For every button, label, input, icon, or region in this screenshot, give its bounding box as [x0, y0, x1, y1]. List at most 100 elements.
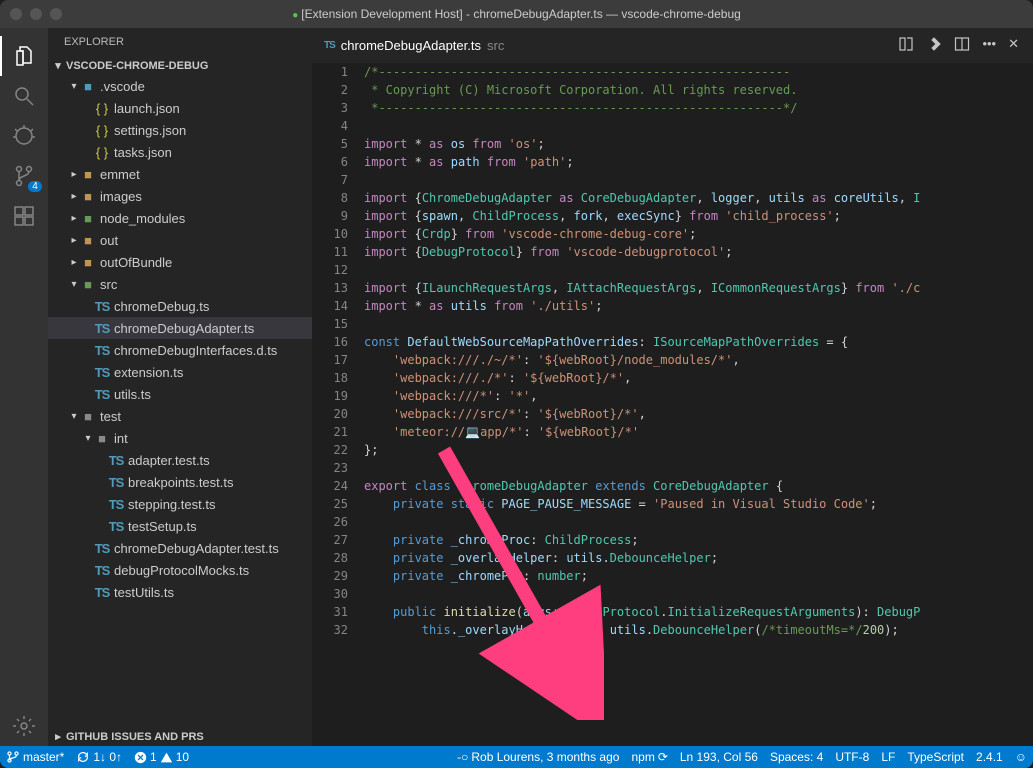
- editor-tab-filename[interactable]: chromeDebugAdapter.ts: [341, 38, 481, 53]
- file-tree-label: images: [100, 189, 142, 204]
- feedback-icon[interactable]: ☺: [1009, 750, 1033, 764]
- folder-blue-icon: ■: [80, 79, 96, 94]
- language-mode[interactable]: TypeScript: [901, 750, 970, 764]
- scm-changes-badge: 4: [28, 181, 42, 192]
- file-tree-item[interactable]: { } launch.json: [48, 97, 312, 119]
- eol-status[interactable]: LF: [875, 750, 901, 764]
- twisty-icon: ▸: [68, 235, 80, 246]
- warning-icon: [160, 751, 173, 764]
- file-tree-item[interactable]: TSextension.ts: [48, 361, 312, 383]
- file-tree-label: launch.json: [114, 101, 180, 116]
- ts-icon: TS: [94, 585, 110, 600]
- extensions-icon: [12, 204, 36, 228]
- file-tree-label: chromeDebug.ts: [114, 299, 209, 314]
- encoding-status[interactable]: UTF-8: [829, 750, 875, 764]
- git-sync-status[interactable]: 1↓ 0↑: [70, 750, 128, 764]
- extensions-tab[interactable]: [0, 196, 48, 236]
- editor-actions: ••• ✕: [898, 36, 1025, 55]
- twisty-icon: ▾: [68, 81, 80, 92]
- source-control-tab[interactable]: 4: [0, 156, 48, 196]
- line-number-gutter: 1234567891011121314151617181920212223242…: [312, 63, 360, 746]
- ts-icon: TS: [94, 563, 110, 578]
- braces-icon: { }: [94, 101, 110, 116]
- indentation-status[interactable]: Spaces: 4: [764, 750, 829, 764]
- compare-changes-icon[interactable]: [898, 36, 914, 55]
- open-changes-icon[interactable]: [926, 36, 942, 55]
- activity-bar: 4: [0, 28, 48, 746]
- workspace-name: VSCODE-CHROME-DEBUG: [66, 60, 208, 72]
- close-editor-icon[interactable]: ✕: [1008, 36, 1019, 55]
- file-tree-item[interactable]: TS adapter.test.ts: [48, 449, 312, 471]
- explorer-tab[interactable]: [0, 36, 48, 76]
- editor-tab-directory: src: [487, 38, 504, 53]
- file-tree-label: tasks.json: [114, 145, 172, 160]
- sync-icon: [76, 750, 90, 764]
- code-lines[interactable]: /*--------------------------------------…: [360, 63, 1033, 746]
- file-tree-label: emmet: [100, 167, 140, 182]
- twisty-icon: ▸: [68, 169, 80, 180]
- git-blame-status[interactable]: -○ Rob Lourens, 3 months ago: [451, 750, 625, 764]
- folder-green-icon: ■: [80, 211, 96, 226]
- file-tree-item[interactable]: TStestSetup.ts: [48, 515, 312, 537]
- file-tree-item[interactable]: TS testUtils.ts: [48, 581, 312, 603]
- file-tree-item[interactable]: { }tasks.json: [48, 141, 312, 163]
- file-tree-item[interactable]: TSstepping.test.ts: [48, 493, 312, 515]
- file-tree-label: debugProtocolMocks.ts: [114, 563, 249, 578]
- file-tree-item[interactable]: ▸■node_modules: [48, 207, 312, 229]
- file-tree-item[interactable]: ▸■ emmet: [48, 163, 312, 185]
- file-tree-label: settings.json: [114, 123, 186, 138]
- debug-tab[interactable]: [0, 116, 48, 156]
- ts-icon: TS: [108, 453, 124, 468]
- file-tree-item[interactable]: TS chromeDebugAdapter.ts: [48, 317, 312, 339]
- file-tree-item[interactable]: TSchromeDebugInterfaces.d.ts: [48, 339, 312, 361]
- typescript-version[interactable]: 2.4.1: [970, 750, 1009, 764]
- ts-icon: TS: [108, 519, 124, 534]
- cursor-position[interactable]: Ln 193, Col 56: [674, 750, 764, 764]
- titlebar: ●[Extension Development Host] - chromeDe…: [0, 0, 1033, 28]
- npm-status[interactable]: npm ⟳: [625, 750, 673, 764]
- error-icon: [134, 751, 147, 764]
- file-tree-label: adapter.test.ts: [128, 453, 210, 468]
- file-tree-item[interactable]: ▾■src: [48, 273, 312, 295]
- folder-icon: ■: [80, 233, 96, 248]
- search-tab[interactable]: [0, 76, 48, 116]
- file-tree-item[interactable]: TS debugProtocolMocks.ts: [48, 559, 312, 581]
- file-tree-item[interactable]: TSbreakpoints.test.ts: [48, 471, 312, 493]
- split-editor-icon[interactable]: [954, 36, 970, 55]
- file-tree-label: utils.ts: [114, 387, 151, 402]
- problems-status[interactable]: 1 10: [128, 750, 195, 764]
- workspace-section-header[interactable]: ▾ VSCODE-CHROME-DEBUG: [48, 56, 312, 75]
- file-tree-label: chromeDebugAdapter.ts: [114, 321, 254, 336]
- settings-tab[interactable]: [0, 706, 48, 746]
- file-tree-item[interactable]: ▾■test: [48, 405, 312, 427]
- file-tree-label: outOfBundle: [100, 255, 172, 270]
- github-issues-section-header[interactable]: ▸ GITHUB ISSUES AND PRS: [48, 727, 312, 746]
- git-branch-status[interactable]: master*: [0, 750, 70, 764]
- debug-icon: [12, 124, 36, 148]
- file-tree-item[interactable]: ▾■int: [48, 427, 312, 449]
- file-tree-item[interactable]: ▸■images: [48, 185, 312, 207]
- file-tree-item[interactable]: ▸■outOfBundle: [48, 251, 312, 273]
- more-actions-icon[interactable]: •••: [982, 36, 996, 55]
- file-tree-label: stepping.test.ts: [128, 497, 215, 512]
- ts-icon: TS: [94, 343, 110, 358]
- code-editor[interactable]: 1234567891011121314151617181920212223242…: [312, 63, 1033, 746]
- editor-group: TS chromeDebugAdapter.ts src ••• ✕ 12345…: [312, 28, 1033, 746]
- ts-icon: TS: [108, 475, 124, 490]
- app-window: ●[Extension Development Host] - chromeDe…: [0, 0, 1033, 768]
- file-tree-item[interactable]: TSchromeDebugAdapter.test.ts: [48, 537, 312, 559]
- file-tree-label: testUtils.ts: [114, 585, 174, 600]
- file-tree-item[interactable]: TSutils.ts: [48, 383, 312, 405]
- workbench: 4 EXPLORER ▾ VSCODE-CHROME-DEBUG ▾■.vsco…: [0, 28, 1033, 746]
- github-issues-label: GITHUB ISSUES AND PRS: [66, 731, 204, 743]
- file-tree-item[interactable]: { }settings.json: [48, 119, 312, 141]
- file-tree-item[interactable]: TS chromeDebug.ts: [48, 295, 312, 317]
- typescript-file-icon: TS: [324, 40, 335, 51]
- ts-icon: TS: [94, 321, 110, 336]
- file-tree-item[interactable]: ▸■out: [48, 229, 312, 251]
- file-tree-label: extension.ts: [114, 365, 183, 380]
- folder-icon: ■: [80, 167, 96, 182]
- ts-icon: TS: [94, 299, 110, 314]
- file-tree-item[interactable]: ▾■.vscode: [48, 75, 312, 97]
- twisty-icon: ▸: [68, 257, 80, 268]
